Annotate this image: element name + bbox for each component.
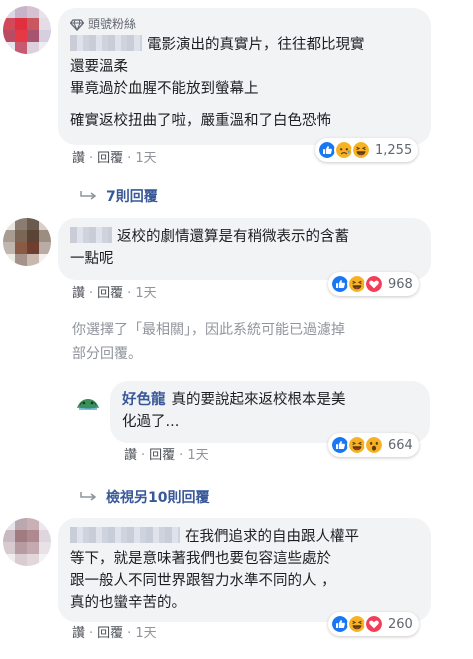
reaction-count: 664	[388, 437, 413, 453]
comment-line: 真的要說起來返校根本是美	[171, 392, 346, 408]
like-link[interactable]: 讚	[72, 151, 85, 166]
reply-link[interactable]: 回覆	[97, 151, 123, 166]
reply-arrow-icon	[80, 492, 97, 501]
reply-actions: 讚 · 回覆 · 1天	[124, 448, 209, 463]
reaction-count: 968	[388, 276, 413, 292]
comment-bubble: 頭號粉絲 電影演出的真實片，往往都比現實 還要溫柔 畢竟過於血腥不能放到螢幕上 …	[58, 8, 431, 145]
reaction-summary[interactable]: 968	[328, 272, 419, 296]
avatar[interactable]	[3, 218, 51, 266]
blurred-author-name[interactable]	[70, 527, 180, 543]
like-link[interactable]: 讚	[72, 626, 85, 641]
blurred-author-name[interactable]	[70, 35, 142, 51]
comment-line: 化過了...	[122, 414, 180, 430]
top-fan-badge[interactable]: 頭號粉絲	[70, 14, 419, 34]
comment-line: 返校的劇情還算是有稍微表示的含蓄	[117, 229, 349, 245]
comment-bubble: 返校的劇情還算是有稍微表示的含蓄 一點呢	[58, 218, 431, 280]
reply-link[interactable]: 回覆	[97, 286, 123, 301]
timestamp[interactable]: 1天	[135, 151, 156, 166]
avatar[interactable]	[74, 390, 102, 418]
comment-line: 畢竟過於血腥不能放到螢幕上	[70, 81, 259, 97]
reply-arrow-icon	[80, 191, 97, 200]
view-replies-label[interactable]: 7則回覆	[106, 189, 158, 205]
wow-reaction-icon	[364, 435, 384, 455]
more-replies-count[interactable]: 10	[148, 490, 167, 506]
avatar[interactable]	[3, 518, 51, 566]
comment-actions: 讚 · 回覆 · 1天	[72, 286, 157, 301]
comment-line: 在我們追求的自由跟人權平	[185, 529, 359, 545]
avatar[interactable]	[3, 6, 51, 54]
blurred-author-name[interactable]	[70, 227, 112, 243]
reaction-summary[interactable]: 1,255	[315, 138, 419, 162]
comment-text: 返校的劇情還算是有稍微表示的含蓄 一點呢	[70, 226, 419, 270]
filter-notice: 你選擇了「最相關」，因此系統可能已過濾掉 部分回覆。	[72, 318, 452, 366]
timestamp[interactable]: 1天	[135, 286, 156, 301]
more-replies-suffix[interactable]: 則回覆	[167, 490, 209, 506]
comment-line: 還要溫柔	[70, 59, 128, 75]
comment-text: 在我們追求的自由跟人權平 等下，就是意味著我們也要包容這些處於 跟一般人不同世界…	[70, 526, 419, 614]
reply-link[interactable]: 回覆	[149, 448, 175, 463]
reply-link[interactable]: 回覆	[97, 626, 123, 641]
comment-line: 電影演出的真實片，往往都比現實	[147, 37, 365, 53]
reaction-count: 260	[388, 616, 413, 632]
comment-actions: 讚 · 回覆 · 1天	[72, 151, 157, 166]
comment-bubble: 在我們追求的自由跟人權平 等下，就是意味著我們也要包容這些處於 跟一般人不同世界…	[58, 518, 431, 622]
like-link[interactable]: 讚	[124, 448, 137, 463]
timestamp[interactable]: 1天	[135, 626, 156, 641]
reaction-count: 1,255	[375, 142, 413, 158]
haha-reaction-icon	[351, 140, 371, 160]
filter-notice-line: 部分回覆。	[72, 346, 142, 362]
love-reaction-icon	[364, 614, 384, 634]
comment-line: 確實返校扭曲了啦，嚴重溫和了白色恐怖	[70, 113, 331, 129]
reaction-summary[interactable]: 664	[328, 433, 419, 457]
reaction-summary[interactable]: 260	[328, 612, 419, 636]
love-reaction-icon	[364, 274, 384, 294]
dragon-avatar-icon	[74, 390, 102, 418]
filter-notice-line: 你選擇了「最相關」，因此系統可能已過濾掉	[72, 322, 345, 338]
like-link[interactable]: 讚	[72, 286, 85, 301]
comment-line: 真的也蠻辛苦的。	[70, 595, 186, 611]
comment-text: 好色龍 真的要說起來返校根本是美 化過了...	[122, 389, 418, 433]
view-more-replies-link[interactable]: 檢視另10則回覆	[80, 487, 209, 507]
more-replies-prefix[interactable]: 檢視另	[106, 490, 148, 506]
comment-actions: 讚 · 回覆 · 1天	[72, 626, 157, 641]
diamond-icon	[70, 19, 84, 31]
comment-text: 電影演出的真實片，往往都比現實 還要溫柔 畢竟過於血腥不能放到螢幕上 確實返校扭…	[70, 34, 419, 132]
view-replies-link[interactable]: 7則回覆	[80, 186, 158, 206]
badge-label: 頭號粉絲	[88, 17, 137, 31]
author-name[interactable]: 好色龍	[122, 392, 166, 408]
comment-line: 一點呢	[70, 251, 114, 267]
timestamp[interactable]: 1天	[187, 448, 208, 463]
comment-line: 跟一般人不同世界跟智力水準不同的人 ，	[70, 573, 336, 589]
comment-line: 等下，就是意味著我們也要包容這些處於	[70, 551, 331, 567]
